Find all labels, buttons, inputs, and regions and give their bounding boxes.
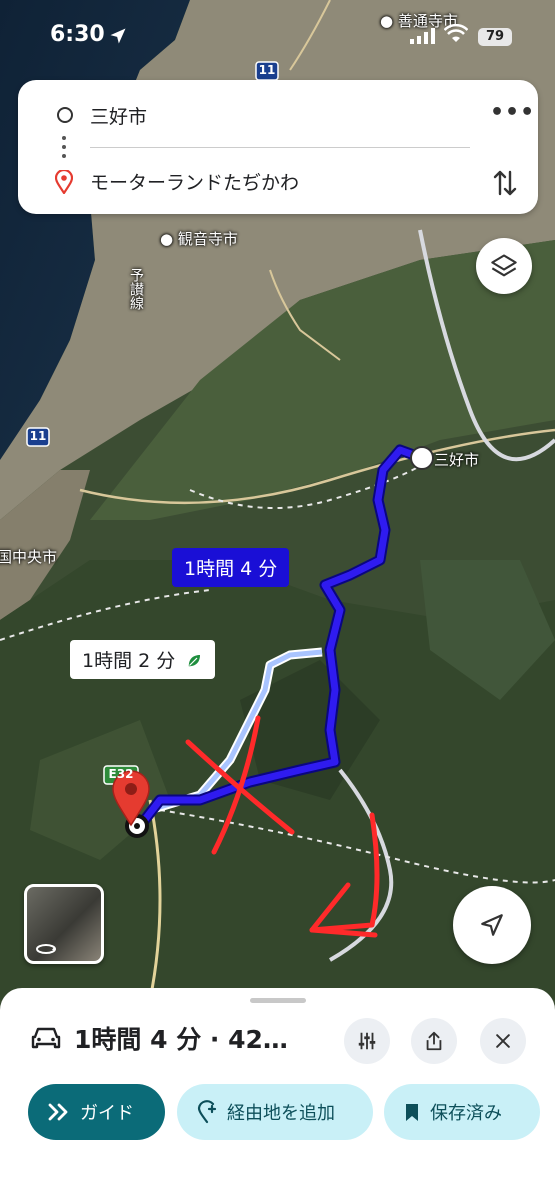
street-view-thumbnail[interactable]	[24, 884, 104, 964]
add-stop-label: 経由地を追加	[227, 1103, 335, 1124]
guide-label: ガイド	[80, 1103, 134, 1124]
navigate-icon	[481, 914, 503, 936]
route-bottom-sheet: 1時間 4 分 · 42… ガイド 経由地を追加 保存済み	[0, 988, 555, 1200]
destination-field[interactable]: モーターランドたぢかわ	[90, 168, 299, 195]
location-arrow-icon	[110, 28, 126, 44]
route-dots	[62, 136, 66, 163]
layers-button[interactable]	[476, 238, 532, 294]
sheet-grabber[interactable]	[250, 998, 306, 1003]
place-label-shikokuchuo[interactable]: 四国中央市	[0, 546, 57, 567]
add-stop-icon	[197, 1100, 217, 1124]
status-bar: 6:30 79	[0, 0, 555, 72]
saved-label: 保存済み	[430, 1103, 502, 1124]
leaf-icon	[189, 655, 201, 667]
swap-icon[interactable]	[492, 168, 518, 198]
share-icon	[426, 1031, 442, 1051]
field-divider	[90, 147, 470, 148]
car-icon	[31, 1027, 61, 1049]
wifi-icon	[444, 24, 468, 42]
share-button[interactable]	[411, 1018, 457, 1064]
origin-field[interactable]: 三好市	[90, 102, 147, 129]
filter-icon	[358, 1032, 376, 1050]
rotate-360-icon	[36, 944, 56, 954]
place-label-miyoshi[interactable]: 三好市	[434, 449, 479, 470]
route-summary: 1時間 4 分 · 42…	[74, 1025, 288, 1054]
origin-circle-icon	[57, 107, 73, 123]
add-stop-button[interactable]: 経由地を追加	[177, 1084, 373, 1140]
shield-label-11-left: 11	[29, 429, 47, 443]
more-icon[interactable]: •••	[490, 100, 535, 125]
navigate-button[interactable]	[453, 886, 531, 964]
route-options-button[interactable]	[344, 1018, 390, 1064]
layers-icon	[491, 254, 517, 277]
origin-marker[interactable]	[410, 446, 434, 470]
guide-button[interactable]: ガイド	[28, 1084, 165, 1140]
bookmark-icon	[406, 1104, 418, 1121]
shield-label-e32: E32	[108, 767, 134, 781]
signal-icon	[410, 28, 435, 44]
route-duration-label-primary[interactable]: 1時間 4 分	[172, 548, 290, 587]
close-icon	[496, 1034, 510, 1048]
battery-indicator: 79	[478, 28, 512, 46]
route-duration-label-alt[interactable]: 1時間 2 分	[70, 640, 216, 679]
directions-card: 三好市 モーターランドたぢかわ •••	[18, 80, 538, 214]
saved-button[interactable]: 保存済み	[384, 1084, 540, 1140]
rail-label-yosan: 予讃線	[128, 268, 144, 310]
close-button[interactable]	[480, 1018, 526, 1064]
status-time: 6:30	[50, 22, 105, 47]
destination-pin-icon	[55, 170, 73, 194]
chevrons-icon	[48, 1103, 68, 1121]
place-label-kanonji[interactable]: ● 観音寺市	[160, 228, 238, 249]
